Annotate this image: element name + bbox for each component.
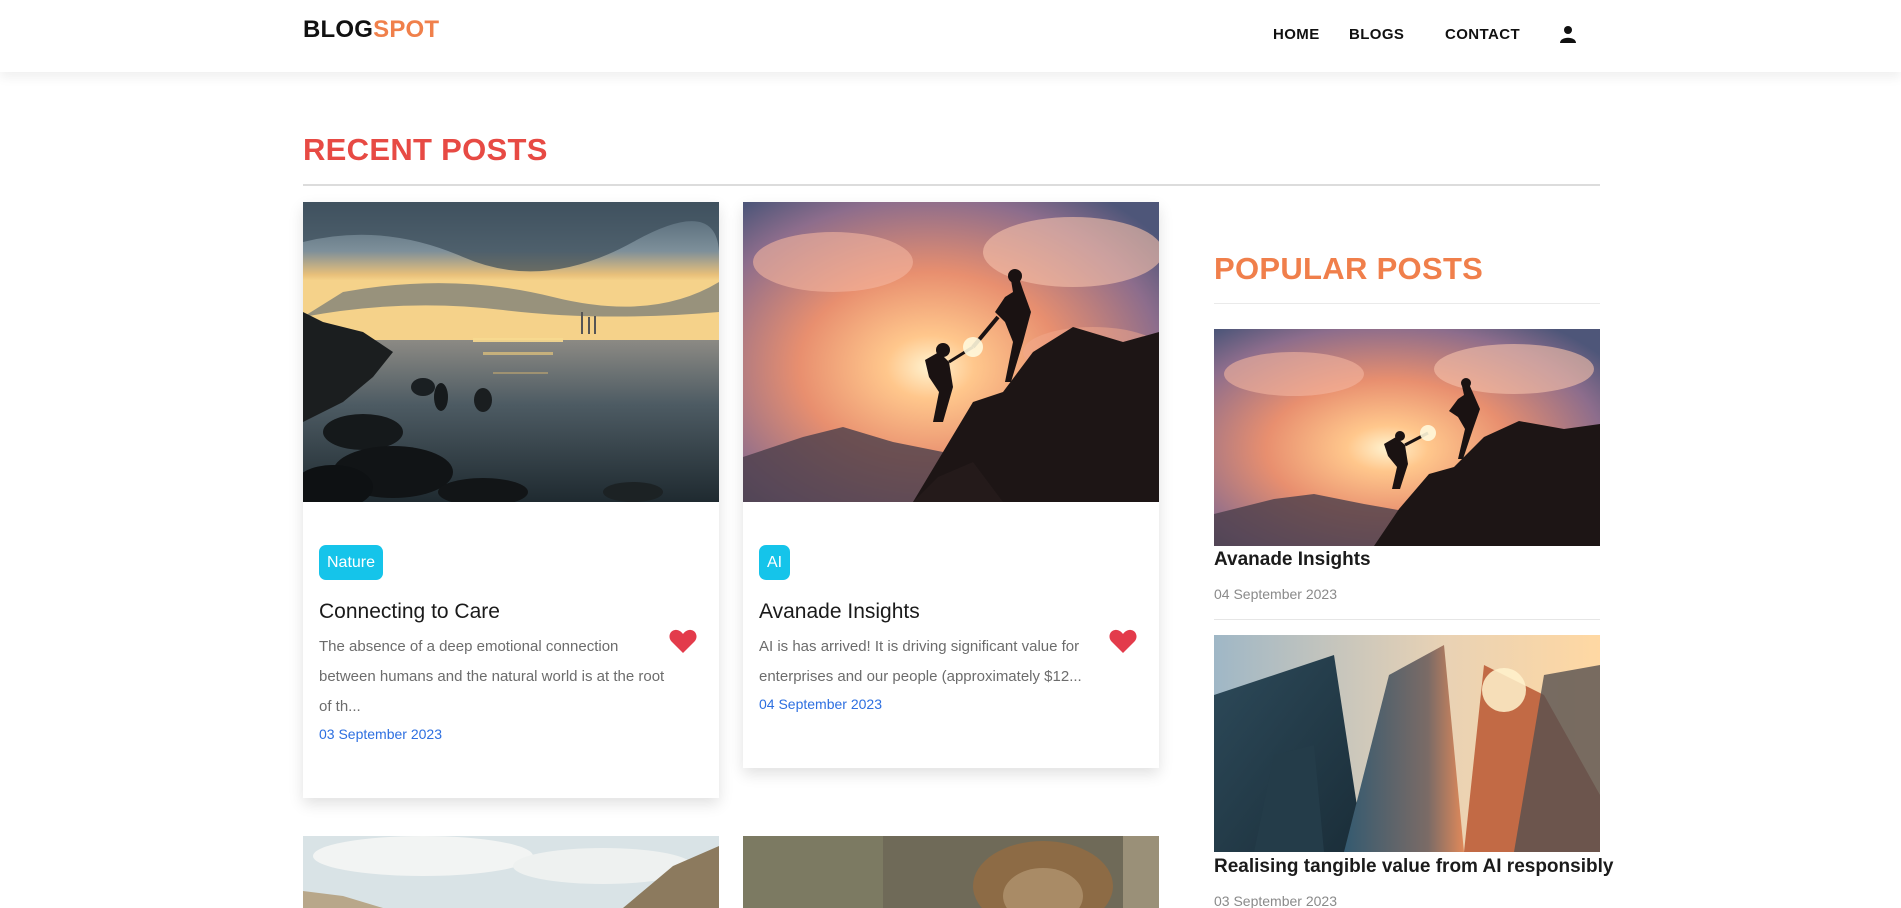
post-tag[interactable]: Nature — [319, 545, 384, 580]
climbers-sunset-image — [743, 202, 1159, 502]
popular-post-divider — [1214, 619, 1600, 620]
post-tag[interactable]: AI — [759, 545, 791, 580]
post-excerpt: The absence of a deep emotional connecti… — [319, 638, 665, 715]
post-card[interactable]: Nature Connecting to Care The absence of… — [303, 202, 719, 798]
brand-logo-part1: BLOG — [303, 16, 374, 43]
popular-post-title[interactable]: Realising tangible value from AI respons… — [1214, 856, 1613, 878]
nav-blogs-link[interactable]: BLOGS — [1349, 26, 1404, 43]
nav-home-link[interactable]: HOME — [1273, 26, 1320, 43]
post-excerpt: AI is has arrived! It is driving signifi… — [759, 638, 1082, 685]
popular-posts-heading: POPULAR POSTS — [1214, 251, 1484, 286]
post-title[interactable]: Connecting to Care — [319, 600, 500, 624]
landscape-image — [303, 836, 719, 908]
popular-post-date: 03 September 2023 — [1214, 893, 1337, 908]
popular-post-image-skyscrapers[interactable] — [1214, 635, 1600, 852]
post-image-sea-sunset[interactable] — [303, 202, 719, 502]
recent-posts-divider — [303, 184, 1600, 186]
post-date: 04 September 2023 — [759, 696, 882, 712]
glass-skyscrapers-image — [1214, 635, 1600, 852]
post-date: 03 September 2023 — [319, 726, 442, 742]
popular-post-title[interactable]: Avanade Insights — [1214, 549, 1371, 571]
popular-post-image-climbers[interactable] — [1214, 329, 1600, 546]
heart-icon[interactable] — [1109, 629, 1137, 653]
navbar: BLOGSPOT HOME BLOGS CONTACT — [0, 0, 1901, 72]
post-card-partial-landscape[interactable] — [303, 836, 719, 908]
popular-posts-divider — [1214, 303, 1600, 304]
post-card[interactable]: AI Avanade Insights AI is has arrived! I… — [743, 202, 1159, 768]
recent-posts-heading: RECENT POSTS — [303, 132, 548, 167]
heart-icon[interactable] — [669, 629, 697, 653]
brand-logo[interactable]: BLOGSPOT — [303, 16, 439, 44]
brand-logo-part2: SPOT — [373, 16, 440, 43]
post-image-climbers-sunset[interactable] — [743, 202, 1159, 502]
lion-image — [743, 836, 1159, 908]
user-icon[interactable] — [1560, 25, 1576, 43]
sea-sunset-image — [303, 202, 719, 502]
climbers-sunset-image — [1214, 329, 1600, 546]
popular-post-date: 04 September 2023 — [1214, 586, 1337, 602]
nav-contact-link[interactable]: CONTACT — [1445, 26, 1520, 43]
post-title[interactable]: Avanade Insights — [759, 600, 920, 624]
post-card-partial-lion[interactable] — [743, 836, 1159, 908]
